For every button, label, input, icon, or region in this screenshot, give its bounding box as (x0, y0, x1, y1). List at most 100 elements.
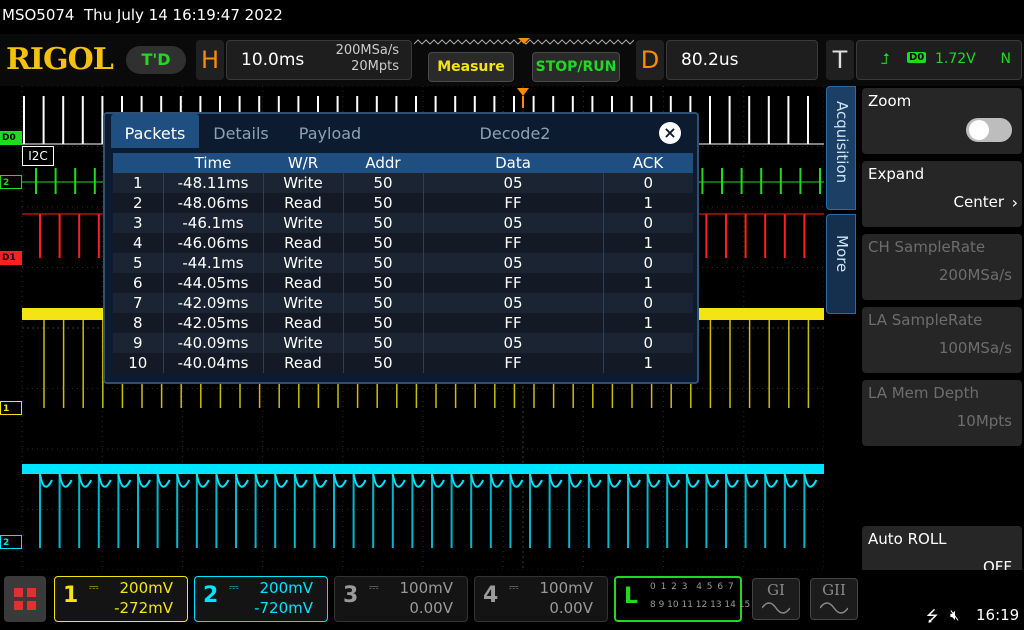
tab-payload[interactable]: Payload (287, 114, 373, 148)
table-row[interactable]: 4 -46.06ms Read 50 FF 1 (113, 233, 693, 253)
table-row[interactable]: 7 -42.09ms Write 50 05 0 (113, 293, 693, 313)
ch1-marker[interactable]: 1 (0, 401, 22, 415)
td-badge[interactable]: T'D (126, 46, 186, 74)
menu-expand[interactable]: Expand Center › (862, 161, 1022, 227)
d1-marker[interactable]: D1 (0, 251, 22, 265)
zoom-toggle[interactable] (966, 118, 1012, 142)
cell-ack: 1 (603, 313, 693, 333)
cell-index: 10 (113, 353, 164, 373)
cell-time: -40.04ms (163, 353, 264, 373)
table-row[interactable]: 10 -40.04ms Read 50 FF 1 (113, 353, 693, 373)
delay-letter[interactable]: D (636, 40, 664, 80)
cell-time: -44.1ms (163, 253, 264, 273)
ch2-settings[interactable]: 2 ⎓ 200mV -720mV (194, 576, 328, 622)
ch2-marker[interactable]: 2 (0, 535, 22, 549)
table-row[interactable]: 2 -48.06ms Read 50 FF 1 (113, 193, 693, 213)
ch1-number: 1 (63, 583, 79, 608)
tab-details[interactable]: Details (201, 114, 281, 148)
generator-2-button[interactable]: GII (810, 578, 858, 620)
cell-data: 05 (423, 173, 604, 193)
delay-settings[interactable]: 80.2us (666, 40, 818, 80)
la-letter: L (624, 584, 639, 609)
rigol-logo: RIGOL (6, 42, 114, 77)
cell-data: FF (423, 313, 604, 333)
menu-zoom-label: Zoom (868, 92, 912, 110)
ch2-ringing (195, 473, 210, 488)
stop-run-button[interactable]: STOP/RUN (532, 52, 620, 82)
tab-more[interactable]: More (826, 214, 856, 314)
table-row[interactable]: 9 -40.09ms Write 50 05 0 (113, 333, 693, 353)
ch2-ringing (548, 473, 563, 488)
ch2-ringing (509, 473, 524, 488)
ch2-ringing (725, 473, 739, 488)
ch2-ringing (803, 473, 818, 488)
cell-time: -42.09ms (163, 293, 264, 313)
cell-wr: Write (263, 333, 344, 353)
table-row[interactable]: 5 -44.1ms Write 50 05 0 (113, 253, 693, 273)
decode-event-table: Packets Details Payload Decode2 × Time W… (103, 112, 699, 384)
ch1-offset: -272mV (114, 599, 173, 617)
horizontal-letter[interactable]: H (196, 40, 224, 80)
cell-ack: 0 (603, 253, 693, 273)
dc-coupling-icon: ⎓ (509, 580, 519, 594)
la-channels-low: 0 1 2 3 4 5 6 7 (650, 582, 735, 592)
ch4-settings[interactable]: 4 ⎓ 100mV 0.00V (474, 576, 608, 622)
cell-addr: 50 (343, 233, 424, 253)
generator-2-label: GII (822, 581, 846, 599)
top-toolbar: RIGOL T'D H 10.0ms 200MSa/s 20Mpts Measu… (0, 34, 1024, 86)
table-header: Time W/R Addr Data ACK (113, 153, 693, 173)
ch1-settings[interactable]: 1 ⎓ 200mV -272mV (54, 576, 188, 622)
ch2-ringing (764, 473, 779, 488)
ch4-offset: 0.00V (549, 599, 593, 617)
measure-button[interactable]: Measure (428, 52, 514, 82)
memory-depth: 20Mpts (351, 59, 399, 74)
cell-ack: 1 (603, 193, 693, 213)
ch2-ringing (215, 473, 230, 488)
generator-1-button[interactable]: GI (752, 578, 800, 620)
trigger-letter[interactable]: T (826, 40, 854, 80)
ch2-ringing (176, 473, 191, 488)
tab-acquisition-label: Acquisition (833, 101, 851, 184)
tab-decode2[interactable]: Decode2 (465, 114, 565, 148)
d0-marker[interactable]: D0 (0, 131, 22, 145)
column-header: W/R (263, 153, 343, 173)
app-menu-button[interactable] (4, 576, 46, 622)
cell-addr: 50 (343, 253, 424, 273)
cell-data: 05 (423, 213, 604, 233)
ch2-trace-band (22, 464, 824, 474)
tab-packets[interactable]: Packets (111, 114, 199, 148)
close-icon[interactable]: × (659, 122, 681, 144)
table-row[interactable]: 1 -48.11ms Write 50 05 0 (113, 173, 693, 193)
ch3-settings[interactable]: 3 ⎓ 100mV 0.00V (334, 576, 468, 622)
cell-index: 7 (113, 293, 164, 313)
cell-index: 5 (113, 253, 164, 273)
trigger-mode: N (1000, 51, 1011, 67)
ch2-ringing (333, 473, 347, 488)
ch2-ringing (568, 473, 583, 488)
memory-timeline[interactable] (414, 38, 634, 50)
sine-wave-icon (820, 602, 848, 614)
cell-wr: Write (263, 293, 344, 313)
menu-la-memdepth-value: 10Mpts (956, 412, 1012, 430)
table-row[interactable]: 8 -42.05ms Read 50 FF 1 (113, 313, 693, 333)
instrument-title: MSO5074 Thu July 14 16:19:47 2022 (2, 6, 283, 24)
ch2-ringing (58, 473, 73, 488)
rising-edge-icon: ⮥ (881, 50, 890, 68)
table-row[interactable]: 3 -46.1ms Write 50 05 0 (113, 213, 693, 233)
ch2-ringing (666, 473, 681, 488)
ch1-scale: 200mV (119, 579, 173, 597)
menu-zoom[interactable]: Zoom (862, 88, 1022, 154)
speaker-muted-icon[interactable]: 🔇︎ (950, 606, 959, 624)
ch2-ringing (607, 473, 622, 488)
packet-table: Time W/R Addr Data ACK 1 -48.11ms Write 50 0… (113, 153, 693, 373)
table-row[interactable]: 6 -44.05ms Read 50 FF 1 (113, 273, 693, 293)
horizontal-settings[interactable]: 10.0ms 200MSa/s 20Mpts (226, 40, 412, 80)
ch2-digital-marker[interactable]: 2 (0, 175, 22, 189)
tab-acquisition[interactable]: Acquisition (826, 86, 856, 210)
logic-analyzer-settings[interactable]: L 0 1 2 3 4 5 6 7 8 9 10 11 12 13 14 15 (614, 576, 750, 622)
menu-la-samplerate-label: LA SampleRate (868, 311, 983, 329)
menu-expand-value: Center (953, 193, 1005, 211)
trigger-settings[interactable]: ⮥ D0 1.72V N (856, 40, 1022, 80)
ch2-ringing (744, 473, 759, 488)
ch2-ringing (137, 473, 151, 488)
